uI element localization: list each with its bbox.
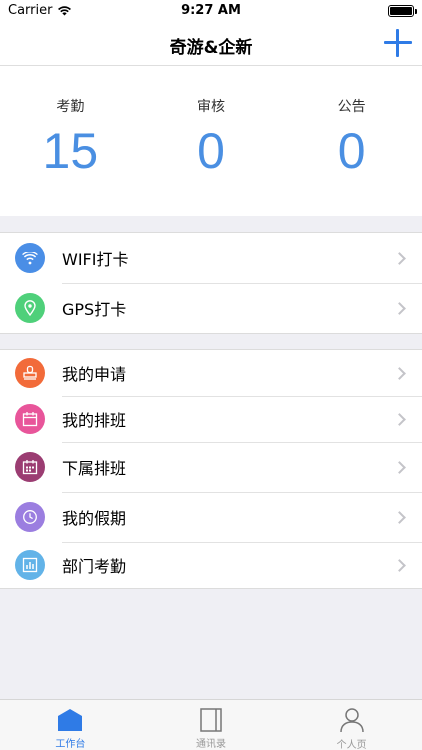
list-item-label: 我的申请	[62, 365, 127, 384]
stat-review[interactable]: 审核 0	[141, 66, 282, 216]
tab-bar: 工作台 通讯录 个人页	[0, 699, 422, 750]
stat-value: 0	[197, 123, 225, 179]
status-bar: Carrier 9:27 AM	[0, 0, 422, 22]
chevron-right-icon	[393, 558, 406, 572]
list-item-my-requests[interactable]: 我的申请	[0, 350, 422, 396]
calendar-icon	[15, 404, 45, 434]
list-item-my-schedule[interactable]: 我的排班	[0, 396, 422, 442]
stat-announcement[interactable]: 公告 0	[281, 66, 422, 216]
stat-label: 公告	[337, 99, 366, 115]
list-item-department-attendance[interactable]: 部门考勤	[0, 542, 422, 588]
list-item-label: GPS打卡	[62, 300, 127, 319]
stat-value: 15	[42, 123, 99, 179]
attendance-menu-group: 我的申请 我的排班 下属排班 我的假期 部门考勤	[0, 349, 422, 589]
wifi-icon	[15, 243, 45, 273]
battery-icon	[388, 5, 417, 17]
page-title: 奇游&企新	[169, 38, 253, 58]
stat-label: 审核	[197, 99, 225, 115]
stats-panel: 考勤 15 审核 0 公告 0	[0, 66, 422, 216]
tab-workbench[interactable]: 工作台	[0, 700, 141, 750]
list-item-label: 下属排班	[62, 459, 127, 478]
chevron-right-icon	[393, 510, 406, 524]
list-item-subordinate-schedule[interactable]: 下属排班	[0, 442, 422, 492]
chevron-right-icon	[393, 301, 406, 315]
list-item-my-leave[interactable]: 我的假期	[0, 492, 422, 542]
list-item-label: 部门考勤	[62, 557, 127, 576]
tab-profile[interactable]: 个人页	[281, 700, 422, 750]
list-item-gps-clock-in[interactable]: GPS打卡	[0, 283, 422, 333]
add-button[interactable]	[384, 29, 412, 57]
list-item-wifi-clock-in[interactable]: WIFI打卡	[0, 233, 422, 283]
nav-bar: 奇游&企新	[0, 22, 422, 66]
book-icon	[198, 707, 224, 732]
tab-label: 通讯录	[196, 739, 226, 750]
chevron-right-icon	[393, 460, 406, 474]
status-time: 9:27 AM	[181, 3, 241, 18]
list-item-label: WIFI打卡	[62, 250, 129, 269]
chevron-right-icon	[393, 366, 406, 380]
list-item-label: 我的假期	[62, 509, 127, 528]
stamp-icon	[15, 358, 45, 388]
home-icon	[57, 707, 83, 732]
tab-label: 个人页	[336, 740, 367, 750]
calendar-grid-icon	[15, 452, 45, 482]
tab-label: 工作台	[55, 739, 86, 750]
stat-label: 考勤	[56, 99, 85, 115]
location-pin-icon	[15, 293, 45, 323]
bar-chart-icon	[15, 550, 45, 580]
chevron-right-icon	[393, 251, 406, 265]
list-item-label: 我的排班	[62, 411, 127, 430]
person-icon	[339, 707, 365, 733]
chevron-right-icon	[393, 412, 406, 426]
stat-value: 0	[337, 123, 366, 179]
clock-in-group: WIFI打卡 GPS打卡	[0, 232, 422, 334]
stat-attendance[interactable]: 考勤 15	[0, 66, 141, 216]
tab-contacts[interactable]: 通讯录	[141, 700, 282, 750]
clock-icon	[15, 502, 45, 532]
